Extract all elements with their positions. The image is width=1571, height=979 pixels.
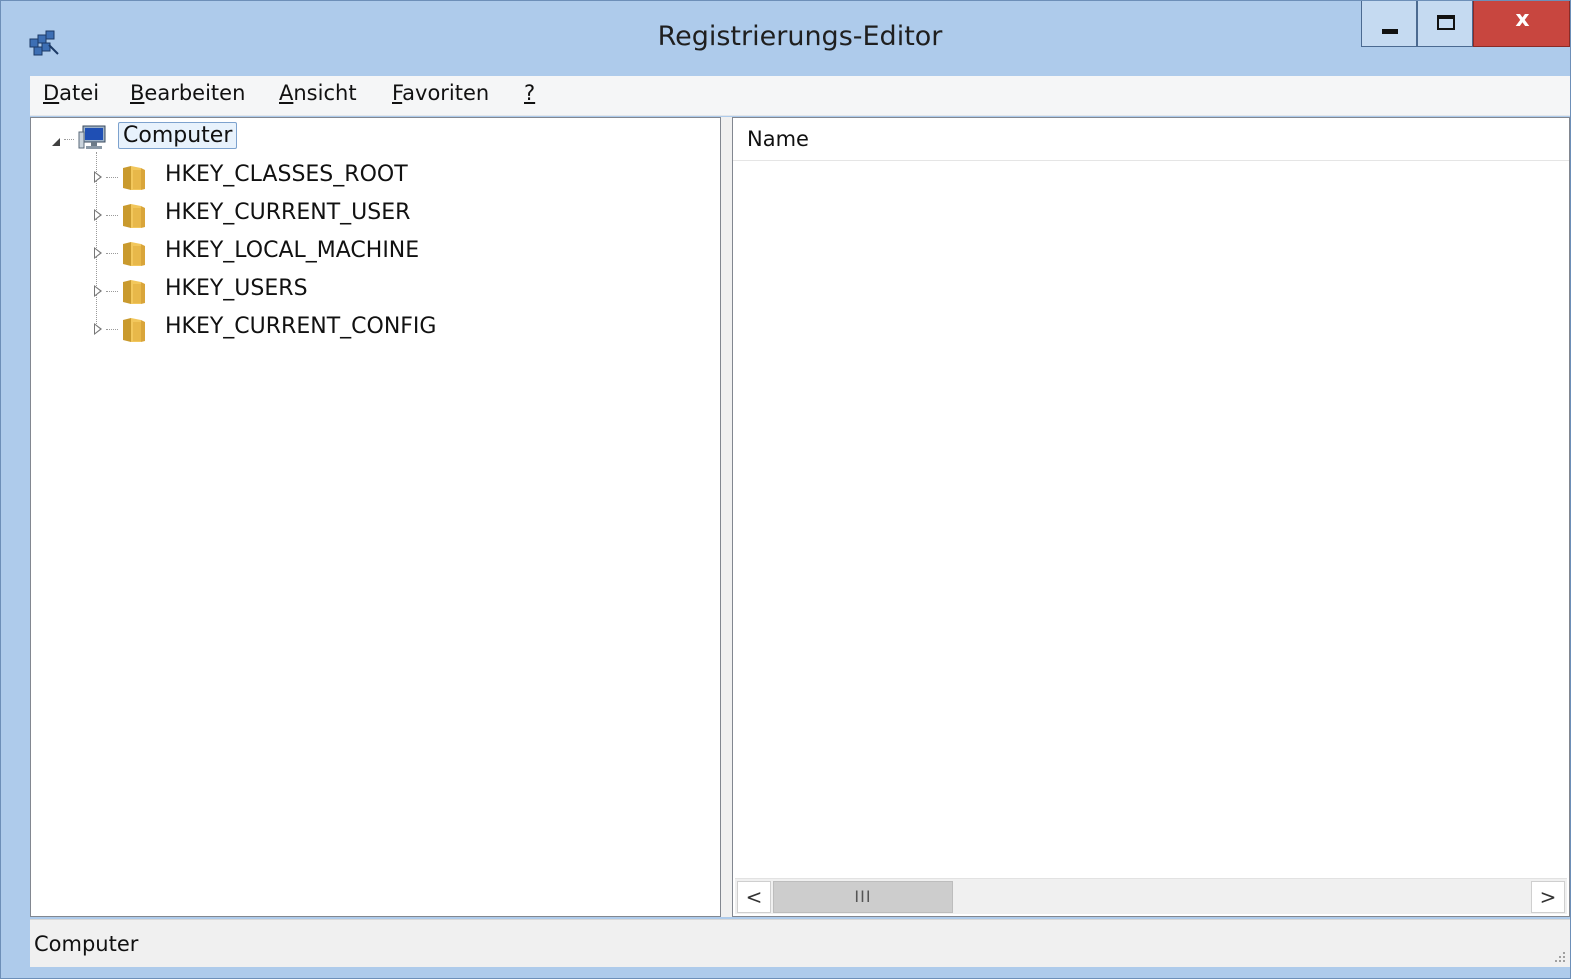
- title-bar[interactable]: Registrierungs-Editor x: [1, 1, 1570, 76]
- tree-connector: [64, 139, 74, 140]
- tree-item-label: Computer: [118, 122, 238, 149]
- tree-item-hkey-classes-root[interactable]: HKEY_CLASSES_ROOT: [31, 160, 711, 194]
- menu-help[interactable]: ?: [524, 81, 535, 105]
- tree-connector: [106, 253, 118, 254]
- folder-icon: [123, 204, 145, 228]
- tree-connector: [106, 329, 118, 330]
- status-bar: Computer: [30, 919, 1570, 967]
- folder-icon: [123, 280, 145, 304]
- list-header: Name: [733, 118, 1569, 161]
- folder-icon: [123, 318, 145, 342]
- horizontal-scrollbar[interactable]: < III >: [735, 878, 1567, 914]
- tree-item-hkey-current-config[interactable]: HKEY_CURRENT_CONFIG: [31, 312, 711, 346]
- computer-icon: [78, 125, 106, 149]
- tree-item-computer[interactable]: Computer: [31, 122, 711, 156]
- status-path: Computer: [34, 932, 139, 956]
- tree-item-label: HKEY_LOCAL_MACHINE: [165, 238, 420, 263]
- minimize-icon: [1382, 29, 1398, 34]
- tree-item-label: HKEY_USERS: [165, 276, 308, 301]
- close-button[interactable]: x: [1473, 1, 1570, 47]
- tree-item-label: HKEY_CLASSES_ROOT: [165, 162, 408, 187]
- tree-connector: [106, 291, 118, 292]
- scroll-right-button[interactable]: >: [1531, 881, 1565, 913]
- menu-favoriten[interactable]: Favoriten: [392, 81, 489, 105]
- tree-item-hkey-current-user[interactable]: HKEY_CURRENT_USER: [31, 198, 711, 232]
- tree-item-hkey-local-machine[interactable]: HKEY_LOCAL_MACHINE: [31, 236, 711, 270]
- scroll-thumb[interactable]: III: [773, 881, 953, 913]
- expand-icon[interactable]: [94, 323, 102, 335]
- expand-icon[interactable]: [94, 171, 102, 183]
- expand-icon[interactable]: [94, 209, 102, 221]
- collapse-icon[interactable]: [51, 132, 61, 146]
- window-title: Registrierungs-Editor: [657, 21, 943, 52]
- scroll-left-button[interactable]: <: [737, 881, 771, 913]
- menu-ansicht[interactable]: Ansicht: [279, 81, 357, 105]
- registry-editor-window: Registrierungs-Editor x Datei Bearbeiten…: [0, 0, 1571, 979]
- expand-icon[interactable]: [94, 247, 102, 259]
- pane-splitter[interactable]: [721, 117, 732, 917]
- tree-item-label: HKEY_CURRENT_CONFIG: [165, 314, 437, 339]
- expand-icon[interactable]: [94, 285, 102, 297]
- tree-item-label: HKEY_CURRENT_USER: [165, 200, 411, 225]
- menu-datei[interactable]: Datei: [43, 81, 99, 105]
- maximize-icon: [1437, 15, 1455, 30]
- menu-bar: Datei Bearbeiten Ansicht Favoriten ?: [30, 76, 1570, 116]
- folder-icon: [123, 166, 145, 190]
- menu-bearbeiten[interactable]: Bearbeiten: [130, 81, 245, 105]
- minimize-button[interactable]: [1361, 1, 1417, 47]
- tree-pane[interactable]: Computer HKEY_CLASSES_ROOT HKEY_CURRENT_…: [30, 117, 721, 917]
- column-header-name[interactable]: Name: [747, 127, 809, 151]
- folder-icon: [123, 242, 145, 266]
- tree-item-hkey-users[interactable]: HKEY_USERS: [31, 274, 711, 308]
- resize-grip-icon[interactable]: [1552, 949, 1566, 963]
- registry-editor-app-icon[interactable]: [27, 25, 61, 59]
- values-list-pane[interactable]: Name < III >: [732, 117, 1570, 917]
- maximize-button[interactable]: [1417, 1, 1473, 47]
- tree-connector: [106, 215, 118, 216]
- tree-connector: [106, 177, 118, 178]
- close-icon: x: [1515, 7, 1530, 32]
